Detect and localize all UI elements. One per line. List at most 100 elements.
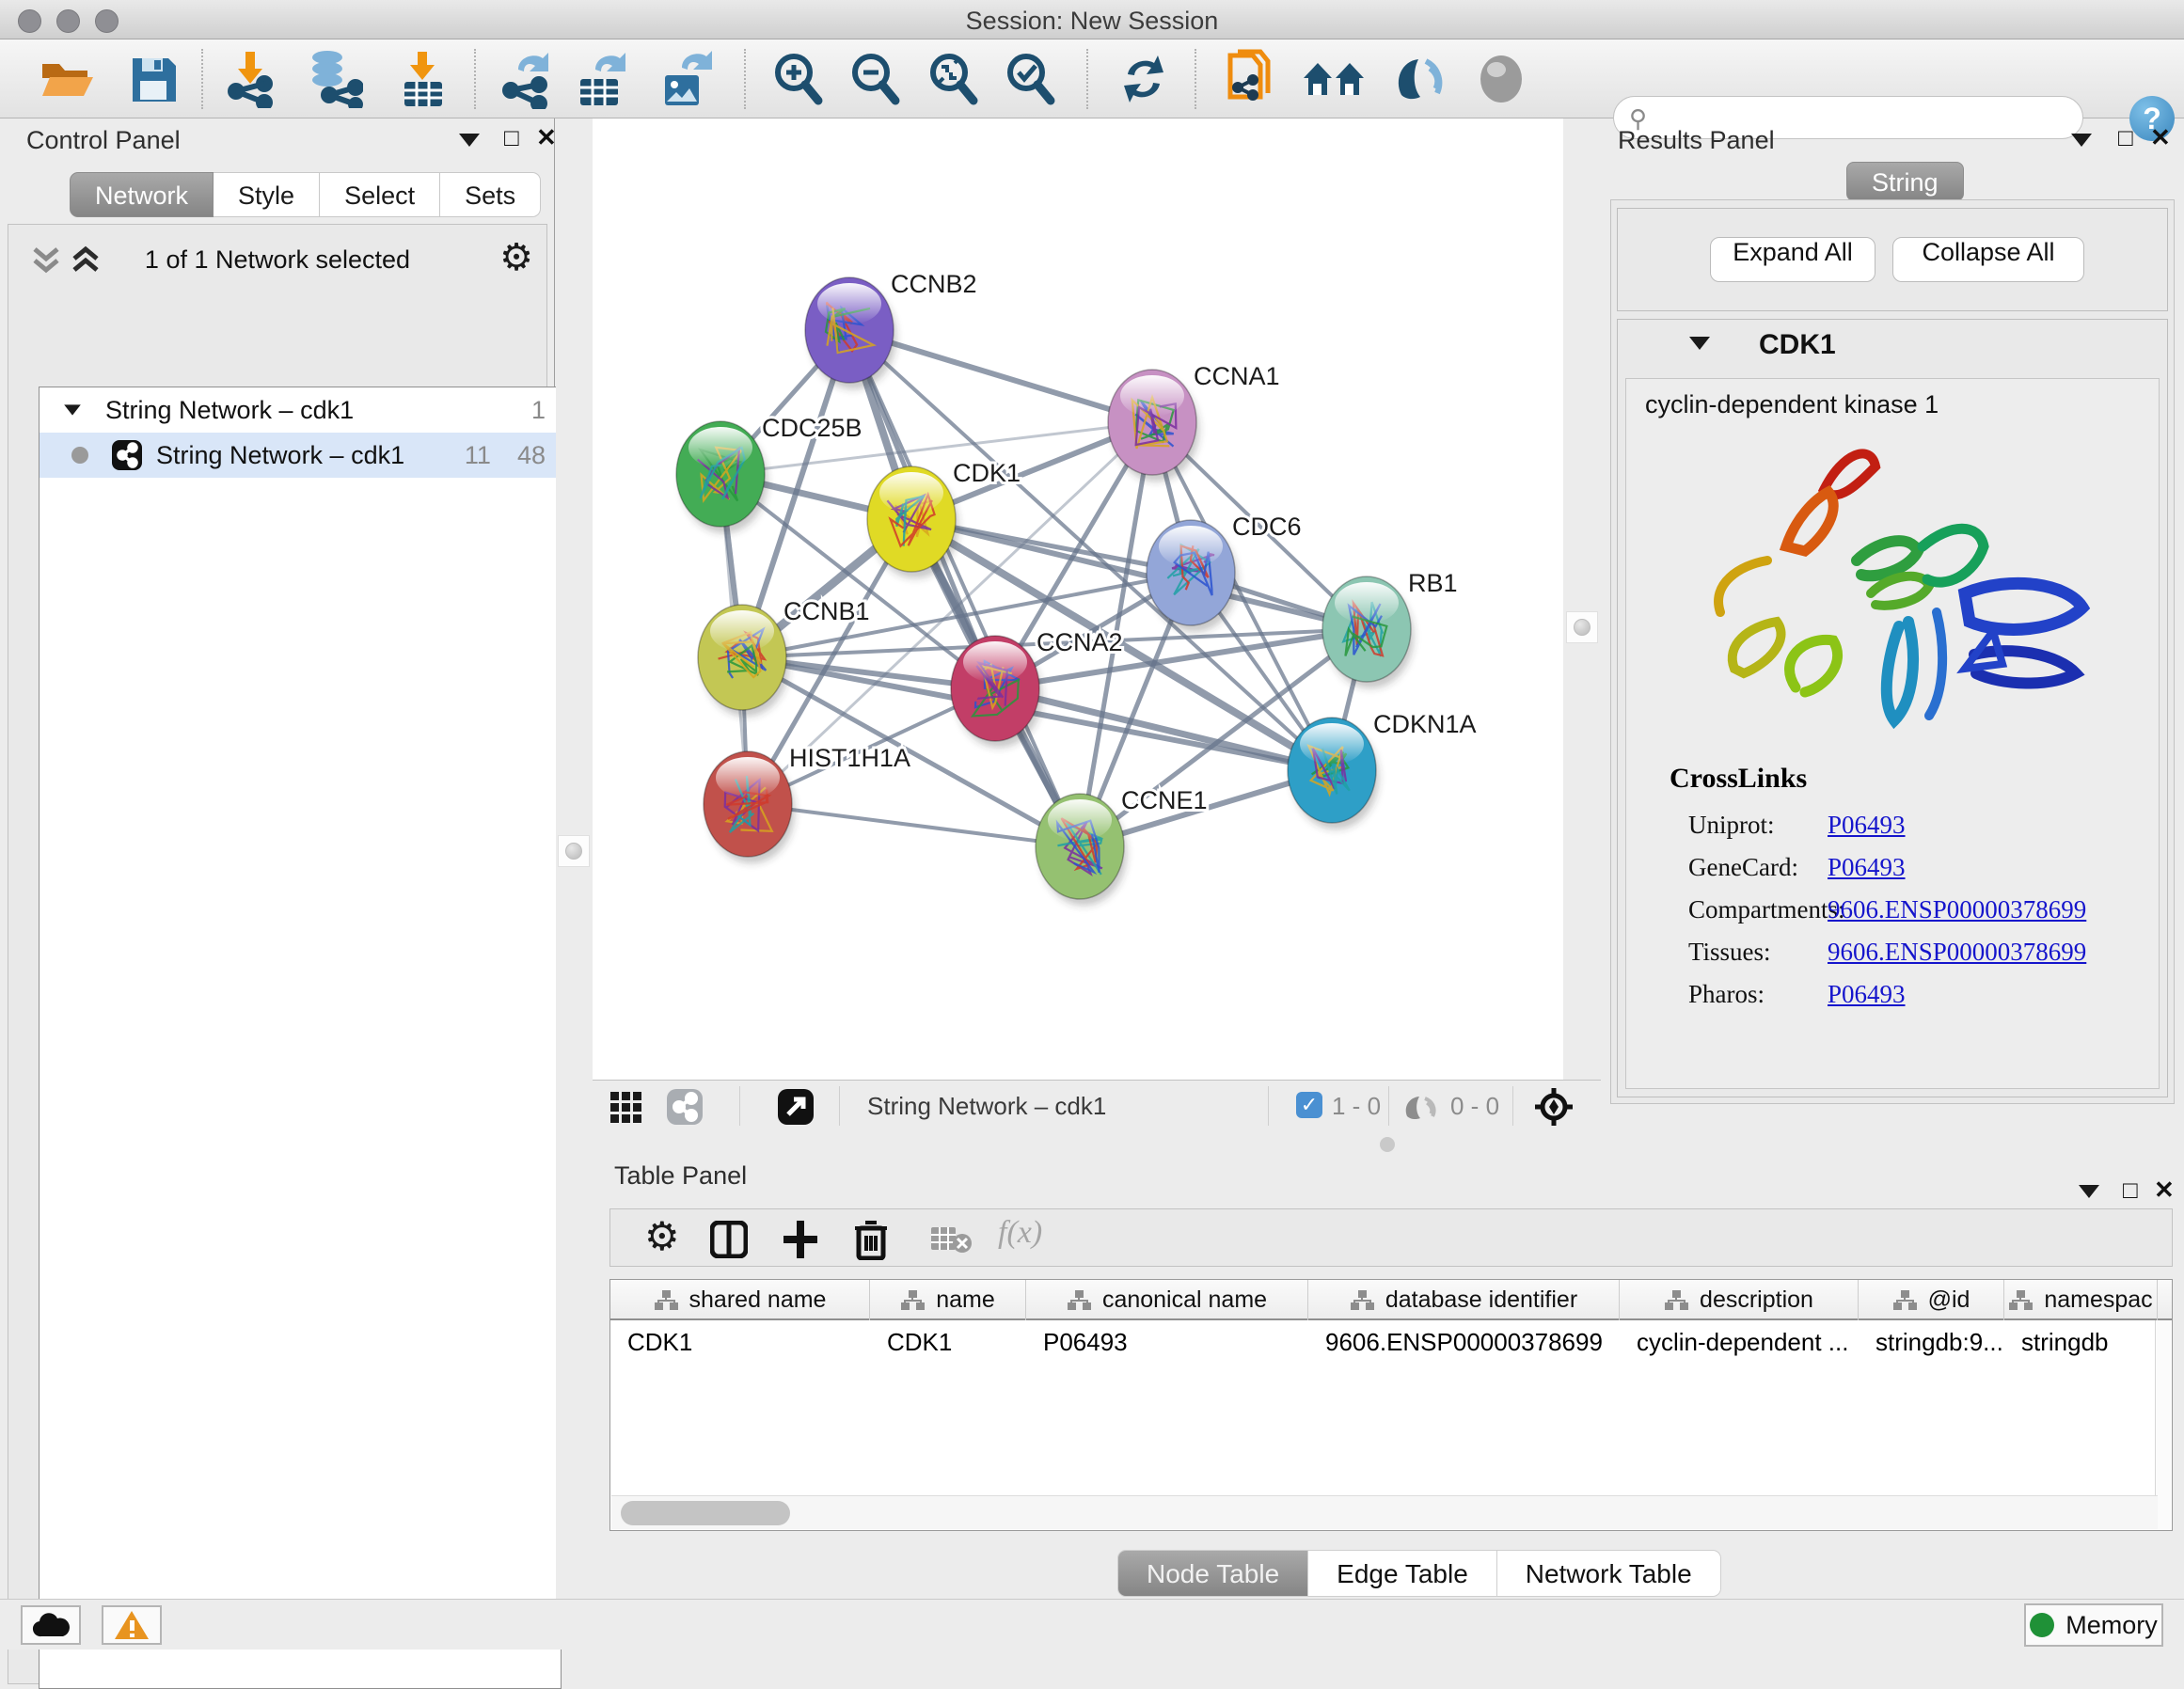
table-tabs: Node Table Edge Table Network Table <box>1117 1550 1721 1597</box>
tab-select[interactable]: Select <box>320 172 440 217</box>
table-cell[interactable]: CDK1 <box>870 1322 1026 1362</box>
table-cell[interactable]: stringdb:9... <box>1859 1322 2004 1362</box>
table-settings-gear-icon[interactable]: ⚙ <box>644 1213 680 1259</box>
tab-edge-table[interactable]: Edge Table <box>1308 1550 1497 1597</box>
tab-style[interactable]: Style <box>214 172 320 217</box>
zoom-fit-icon[interactable] <box>925 50 981 108</box>
show-graphics-details-icon[interactable] <box>1476 54 1527 104</box>
hide-graphics-details-icon[interactable] <box>1392 52 1448 106</box>
node-CDKN1A[interactable]: CDKN1A <box>1288 710 1477 829</box>
zoom-selected-icon[interactable] <box>1002 50 1058 108</box>
node-CCNA2[interactable]: CCNA2 <box>951 628 1123 748</box>
crosslink-link[interactable]: 9606.ENSP00000378699 <box>1828 938 2086 967</box>
crosslink-label: Tissues: <box>1688 938 1828 967</box>
network-options-gear-icon[interactable]: ⚙ <box>499 236 533 279</box>
expand-all-button[interactable]: Expand All <box>1710 237 1875 282</box>
cloud-button[interactable] <box>21 1605 81 1645</box>
node-table[interactable]: shared namenamecanonical namedatabase id… <box>609 1279 2173 1531</box>
left-splitter[interactable] <box>556 118 593 1599</box>
table-cell[interactable]: P06493 <box>1026 1322 1308 1362</box>
memory-button[interactable]: Memory <box>2024 1603 2163 1647</box>
open-in-window-icon[interactable] <box>777 1088 815 1126</box>
import-network-icon[interactable] <box>223 50 277 108</box>
open-session-icon[interactable] <box>39 55 93 103</box>
node-RB1[interactable]: RB1 <box>1322 569 1458 688</box>
column-header--id[interactable]: @id <box>1859 1280 2004 1320</box>
table-cell[interactable]: stringdb <box>2004 1322 2158 1362</box>
export-network-icon[interactable] <box>499 49 554 109</box>
node-CDK1[interactable]: CDK1 <box>867 459 1021 578</box>
import-table-icon[interactable] <box>397 50 450 108</box>
table-row[interactable]: CDK1CDK1P064939606.ENSP00000378699cyclin… <box>610 1322 2172 1362</box>
string-home-icon[interactable] <box>1302 54 1366 104</box>
scrollbar-thumb[interactable] <box>621 1501 790 1525</box>
column-header-namespac[interactable]: namespac <box>2004 1280 2158 1320</box>
results-panel-undock-icon[interactable]: □ <box>2118 123 2133 152</box>
table-horizontal-scrollbar[interactable] <box>611 1495 2158 1529</box>
selected-checkbox-icon[interactable]: ✓ <box>1296 1092 1322 1118</box>
import-database-icon[interactable] <box>307 50 363 108</box>
node-HIST1H1A[interactable]: HIST1H1A <box>704 744 910 863</box>
column-header-database-identifier[interactable]: database identifier <box>1308 1280 1620 1320</box>
control-panel-undock-icon[interactable]: □ <box>504 123 519 152</box>
save-session-icon[interactable] <box>129 55 178 103</box>
column-header-name[interactable]: name <box>870 1280 1026 1320</box>
create-column-icon[interactable] <box>782 1219 819 1260</box>
tab-network[interactable]: Network <box>70 172 214 217</box>
table-cell[interactable]: CDK1 <box>610 1322 870 1362</box>
crosslink-link[interactable]: 9606.ENSP00000378699 <box>1828 895 2086 924</box>
column-header-shared-name[interactable]: shared name <box>610 1280 870 1320</box>
right-splitter-handle[interactable] <box>1566 611 1598 643</box>
table-cell[interactable]: cyclin-dependent ... <box>1620 1322 1859 1362</box>
collapse-all-button[interactable]: Collapse All <box>1892 237 2084 282</box>
table-panel-undock-icon[interactable]: □ <box>2123 1176 2138 1205</box>
network-row[interactable]: String Network – cdk1 11 48 <box>40 433 561 478</box>
tab-sets[interactable]: Sets <box>440 172 541 217</box>
crosslink-link[interactable]: P06493 <box>1828 853 1906 882</box>
bottom-splitter-handle[interactable] <box>1380 1137 1395 1152</box>
birds-eye-view-icon[interactable] <box>609 1091 643 1123</box>
layout-refresh-icon[interactable] <box>1116 52 1171 106</box>
crosslink-link[interactable]: P06493 <box>1828 980 1906 1009</box>
zoom-out-icon[interactable] <box>847 50 903 108</box>
node-CCNB2[interactable]: CCNB2 <box>805 270 977 389</box>
network-share-toggle-icon[interactable] <box>666 1088 704 1126</box>
bottom-splitter[interactable] <box>597 1130 2184 1157</box>
left-splitter-handle[interactable] <box>558 835 590 867</box>
node-CDC25B[interactable]: CDC25B <box>676 414 863 533</box>
table-panel-close-icon[interactable]: ✕ <box>2154 1176 2175 1205</box>
export-table-icon[interactable] <box>575 49 629 109</box>
column-header-description[interactable]: description <box>1620 1280 1859 1320</box>
control-panel-float-icon[interactable] <box>459 134 480 147</box>
recenter-crosshair-icon[interactable] <box>1533 1086 1575 1128</box>
control-panel-close-icon[interactable]: ✕ <box>536 123 557 152</box>
delete-column-icon[interactable] <box>853 1217 889 1260</box>
network-graph[interactable]: CCNB2CCNA1CDC25BCDK1CDC6RB1CCNB1CCNA2CDK… <box>593 118 1563 1080</box>
crosslink-label: GeneCard: <box>1688 853 1828 882</box>
tab-string[interactable]: String <box>1846 162 1964 201</box>
string-controls-box: Expand All Collapse All <box>1617 208 2168 311</box>
protein-collapse-caret-icon[interactable] <box>1689 337 1710 350</box>
show-columns-icon[interactable] <box>710 1221 748 1258</box>
right-splitter[interactable] <box>1563 118 1601 1130</box>
network-from-selection-icon[interactable] <box>1223 48 1279 110</box>
crosslink-link[interactable]: P06493 <box>1828 811 1906 840</box>
tab-network-table[interactable]: Network Table <box>1497 1550 1721 1597</box>
node-CCNE1[interactable]: CCNE1 <box>1036 786 1208 906</box>
zoom-in-icon[interactable] <box>769 50 826 108</box>
edge-CCNE1-HIST1H1A[interactable] <box>748 804 1080 846</box>
results-panel-close-icon[interactable]: ✕ <box>2150 123 2171 152</box>
collection-caret-icon[interactable] <box>64 404 81 415</box>
node-CDC6[interactable]: CDC6 <box>1147 513 1302 632</box>
toolbar-separator <box>1195 49 1196 109</box>
column-header-canonical-name[interactable]: canonical name <box>1026 1280 1308 1320</box>
warning-button[interactable] <box>102 1605 162 1645</box>
results-panel-float-icon[interactable] <box>2071 134 2092 147</box>
network-canvas[interactable]: CCNB2CCNA1CDC25BCDK1CDC6RB1CCNB1CCNA2CDK… <box>593 118 1563 1080</box>
table-cell[interactable]: 9606.ENSP00000378699 <box>1308 1322 1620 1362</box>
export-image-icon[interactable] <box>659 49 714 109</box>
node-CCNB1[interactable]: CCNB1 <box>698 597 870 717</box>
tab-node-table[interactable]: Node Table <box>1117 1550 1308 1597</box>
table-panel-float-icon[interactable] <box>2079 1185 2099 1198</box>
network-collection-row[interactable]: String Network – cdk1 1 <box>40 387 561 433</box>
